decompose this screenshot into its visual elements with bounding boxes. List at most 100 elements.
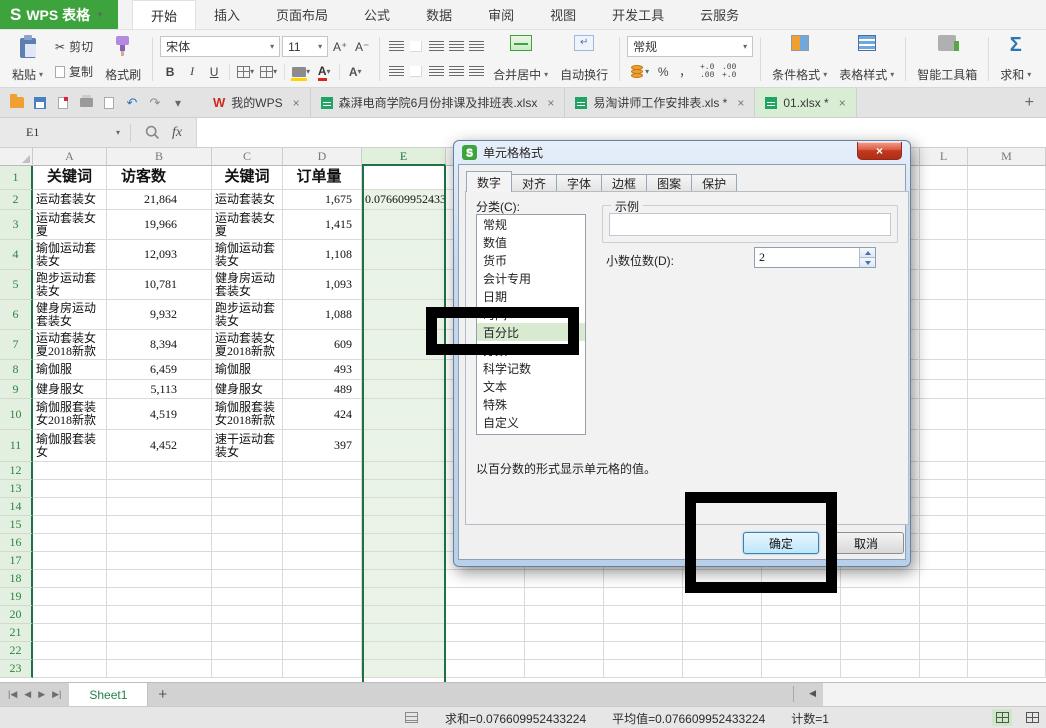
cell-C22[interactable] bbox=[212, 642, 283, 660]
column-header-D[interactable]: D bbox=[283, 148, 362, 166]
cell-H19[interactable] bbox=[604, 588, 683, 606]
cell-B4[interactable]: 12,093 bbox=[107, 240, 212, 270]
cell-B6[interactable]: 9,932 bbox=[107, 300, 212, 330]
cell-I19[interactable] bbox=[683, 588, 762, 606]
distribute-button[interactable] bbox=[467, 66, 485, 77]
cell-M20[interactable] bbox=[968, 606, 1046, 624]
cell-G20[interactable] bbox=[525, 606, 604, 624]
cell-A5[interactable]: 跑步运动套装女 bbox=[33, 270, 107, 300]
cell-H23[interactable] bbox=[604, 660, 683, 678]
cell-M12[interactable] bbox=[968, 462, 1046, 480]
cell-B7[interactable]: 8,394 bbox=[107, 330, 212, 360]
category-item-文本[interactable]: 文本 bbox=[477, 377, 585, 395]
cell-J20[interactable] bbox=[762, 606, 841, 624]
cell-M15[interactable] bbox=[968, 516, 1046, 534]
cell-C15[interactable] bbox=[212, 516, 283, 534]
cell-L16[interactable] bbox=[920, 534, 968, 552]
wrap-text-button[interactable]: ↵ 自动换行 bbox=[554, 33, 614, 85]
cell-B13[interactable] bbox=[107, 480, 212, 498]
redo-button[interactable]: ↷ bbox=[148, 96, 162, 109]
new-document-tab-button[interactable]: + bbox=[1013, 88, 1046, 117]
row-header-22[interactable]: 22 bbox=[0, 642, 33, 660]
cell-D15[interactable] bbox=[283, 516, 362, 534]
cell-D12[interactable] bbox=[283, 462, 362, 480]
cell-L10[interactable] bbox=[920, 399, 968, 430]
cell-J19[interactable] bbox=[762, 588, 841, 606]
close-icon[interactable]: × bbox=[293, 96, 300, 110]
menu-tab-视图[interactable]: 视图 bbox=[532, 0, 594, 29]
ok-button[interactable]: 确定 bbox=[743, 532, 819, 554]
cell-A2[interactable]: 运动套装女 bbox=[33, 190, 107, 210]
cell-M22[interactable] bbox=[968, 642, 1046, 660]
row-header-11[interactable]: 11 bbox=[0, 430, 33, 462]
row-header-7[interactable]: 7 bbox=[0, 330, 33, 360]
cell-C2[interactable]: 运动套装女 bbox=[212, 190, 283, 210]
normal-view-button[interactable] bbox=[992, 709, 1012, 726]
cell-E8[interactable] bbox=[362, 360, 446, 380]
cell-D1[interactable]: 订单量 bbox=[283, 166, 362, 190]
cell-C13[interactable] bbox=[212, 480, 283, 498]
cell-D8[interactable]: 493 bbox=[283, 360, 362, 380]
cell-G23[interactable] bbox=[525, 660, 604, 678]
cell-L18[interactable] bbox=[920, 570, 968, 588]
column-header-E[interactable]: E bbox=[362, 148, 446, 166]
cell-B11[interactable]: 4,452 bbox=[107, 430, 212, 462]
last-sheet-icon[interactable]: ▶| bbox=[52, 689, 61, 700]
bold-button[interactable]: B bbox=[160, 62, 180, 82]
wps-logo[interactable]: S WPS 表格 ▾ bbox=[0, 0, 118, 29]
cell-I21[interactable] bbox=[683, 624, 762, 642]
prev-sheet-icon[interactable]: ◀ bbox=[24, 689, 31, 700]
row-header-4[interactable]: 4 bbox=[0, 240, 33, 270]
select-all-corner[interactable] bbox=[0, 148, 33, 166]
increase-indent-button[interactable] bbox=[467, 41, 485, 52]
cell-L8[interactable] bbox=[920, 360, 968, 380]
cell-D17[interactable] bbox=[283, 552, 362, 570]
cell-M4[interactable] bbox=[968, 240, 1046, 270]
smart-toolbox-button[interactable]: 智能工具箱 bbox=[911, 33, 983, 85]
category-item-货币[interactable]: 货币 bbox=[477, 251, 585, 269]
cell-E6[interactable] bbox=[362, 300, 446, 330]
cell-C8[interactable]: 瑜伽服 bbox=[212, 360, 283, 380]
cell-A3[interactable]: 运动套装女夏 bbox=[33, 210, 107, 240]
category-item-百分比[interactable]: 百分比 bbox=[477, 323, 585, 341]
conditional-format-button[interactable]: 条件格式▾ bbox=[766, 33, 833, 85]
decrease-decimal-button[interactable]: .00+.0 bbox=[719, 62, 739, 82]
cell-L11[interactable] bbox=[920, 430, 968, 462]
cell-C6[interactable]: 跑步运动套装女 bbox=[212, 300, 283, 330]
cell-M17[interactable] bbox=[968, 552, 1046, 570]
column-header-L[interactable]: L bbox=[920, 148, 968, 166]
open-button[interactable] bbox=[10, 96, 24, 109]
cell-D18[interactable] bbox=[283, 570, 362, 588]
cell-D9[interactable]: 489 bbox=[283, 380, 362, 399]
cell-L13[interactable] bbox=[920, 480, 968, 498]
merge-center-button[interactable]: 合并居中▾ bbox=[487, 33, 554, 85]
cell-D13[interactable] bbox=[283, 480, 362, 498]
cell-A13[interactable] bbox=[33, 480, 107, 498]
cell-A19[interactable] bbox=[33, 588, 107, 606]
cell-K20[interactable] bbox=[841, 606, 920, 624]
cell-E22[interactable] bbox=[362, 642, 446, 660]
cell-B14[interactable] bbox=[107, 498, 212, 516]
cell-D16[interactable] bbox=[283, 534, 362, 552]
cell-L22[interactable] bbox=[920, 642, 968, 660]
align-top-button[interactable] bbox=[387, 41, 405, 52]
cell-C9[interactable]: 健身服女 bbox=[212, 380, 283, 399]
cell-E15[interactable] bbox=[362, 516, 446, 534]
cell-L2[interactable] bbox=[920, 190, 968, 210]
cell-E4[interactable] bbox=[362, 240, 446, 270]
cell-D23[interactable] bbox=[283, 660, 362, 678]
close-icon[interactable]: × bbox=[737, 96, 744, 110]
underline-button[interactable]: U bbox=[204, 62, 224, 82]
cell-F20[interactable] bbox=[446, 606, 525, 624]
row-header-21[interactable]: 21 bbox=[0, 624, 33, 642]
table-style-button[interactable]: 表格样式▾ bbox=[833, 33, 900, 85]
cell-C21[interactable] bbox=[212, 624, 283, 642]
align-bottom-button[interactable] bbox=[427, 41, 445, 52]
cell-L6[interactable] bbox=[920, 300, 968, 330]
cell-M11[interactable] bbox=[968, 430, 1046, 462]
dialog-tab-对齐[interactable]: 对齐 bbox=[512, 174, 557, 192]
cell-D19[interactable] bbox=[283, 588, 362, 606]
column-header-A[interactable]: A bbox=[33, 148, 107, 166]
cell-J22[interactable] bbox=[762, 642, 841, 660]
cell-I23[interactable] bbox=[683, 660, 762, 678]
